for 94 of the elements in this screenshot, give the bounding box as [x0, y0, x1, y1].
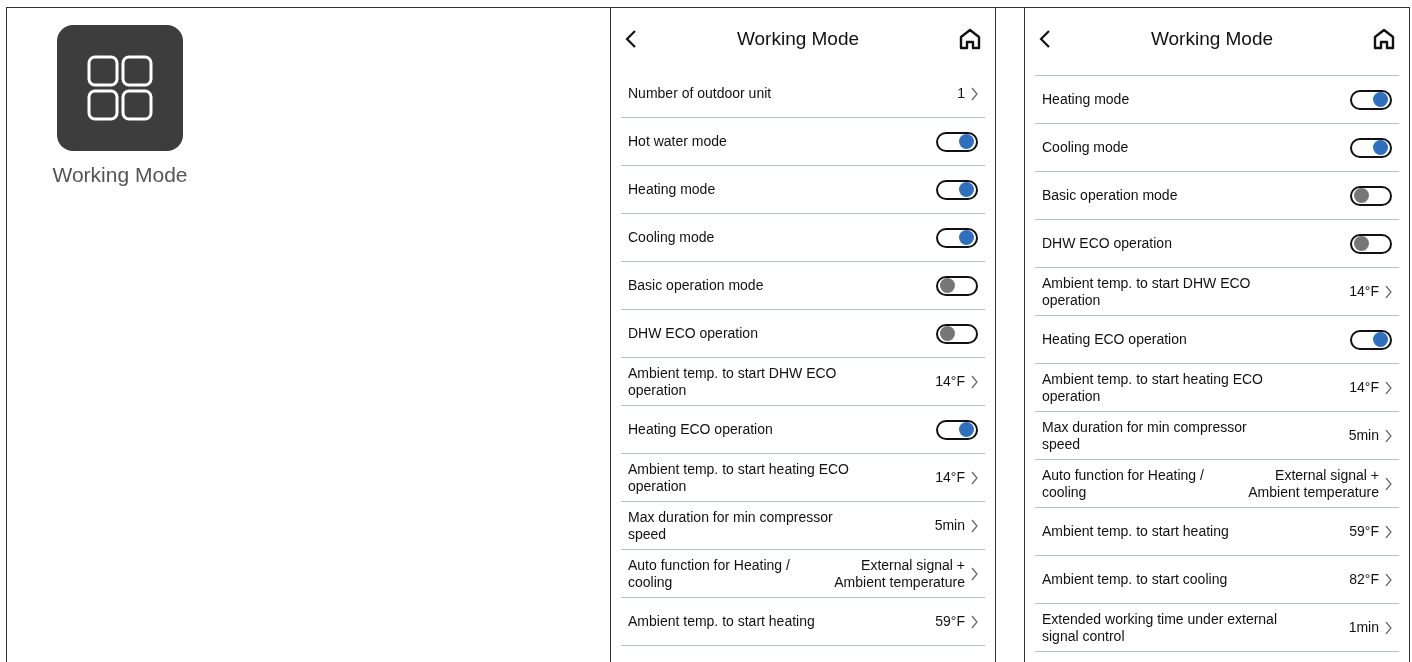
setting-value: 1min [1348, 619, 1379, 636]
setting-row[interactable]: Heating mode [621, 166, 985, 214]
toggle-switch[interactable] [936, 275, 978, 296]
toggle-switch[interactable] [1350, 89, 1392, 110]
back-icon[interactable] [1039, 29, 1051, 49]
setting-value: 14°F [1349, 283, 1379, 300]
setting-label: Basic operation mode [1042, 187, 1178, 204]
setting-row[interactable]: Number of outdoor unit 1 [621, 70, 985, 118]
setting-row[interactable]: Basic operation mode [621, 262, 985, 310]
app-tile[interactable] [57, 25, 183, 151]
grid-icon [87, 55, 153, 121]
setting-row[interactable]: Cooling mode [621, 214, 985, 262]
chevron-right-icon [971, 566, 978, 581]
setting-label: Auto function for Heating / cooling [1042, 466, 1205, 501]
setting-value: External signal + Ambient temperature [833, 556, 965, 591]
setting-value: 14°F [935, 469, 965, 486]
setting-row[interactable]: DHW ECO operation [1035, 220, 1399, 268]
toggle-switch[interactable] [1350, 233, 1392, 254]
chevron-right-icon [971, 86, 978, 101]
setting-value: 14°F [1349, 379, 1379, 396]
setting-row[interactable]: Auto function for Heating / cooling External signal + Ambient temperature [1035, 460, 1399, 508]
setting-label: Ambient temp. to start cooling [1042, 571, 1228, 588]
toggle-switch[interactable] [1350, 137, 1392, 158]
setting-row[interactable]: Ambient temp. to start DHW ECO operation 14°F [1035, 268, 1399, 316]
toggle-switch[interactable] [936, 323, 978, 344]
setting-label: Number of outdoor unit [628, 85, 772, 102]
setting-label: Ambient temp. to start DHW ECO operation [628, 364, 838, 399]
tile-label: Working Mode [52, 162, 188, 188]
toggle-switch[interactable] [936, 227, 978, 248]
setting-row[interactable]: Hot water mode [621, 118, 985, 166]
chevron-right-icon [1385, 572, 1392, 587]
setting-label: Heating mode [628, 181, 716, 198]
screen-title: Working Mode [736, 26, 860, 51]
chevron-right-icon [971, 518, 978, 533]
setting-label: Basic operation mode [628, 277, 764, 294]
back-icon[interactable] [625, 29, 637, 49]
setting-label: Heating ECO operation [1042, 331, 1187, 348]
chevron-right-icon [1385, 524, 1392, 539]
screen-title: Working Mode [1150, 26, 1274, 51]
setting-row[interactable]: Heating ECO operation [1035, 316, 1399, 364]
setting-label: Ambient temp. to start heating [1042, 523, 1229, 540]
setting-label: Auto function for Heating / cooling [628, 556, 791, 591]
setting-label: Ambient temp. to start heating [628, 613, 815, 630]
setting-value: 1 [957, 85, 965, 102]
home-icon[interactable] [959, 28, 981, 50]
chevron-right-icon [1385, 380, 1392, 395]
setting-row[interactable]: DHW ECO operation [621, 310, 985, 358]
setting-row[interactable]: Auto function for Heating / cooling External signal + Ambient temperature [621, 550, 985, 598]
setting-label: Max duration for min compressor speed [628, 508, 834, 543]
setting-label: Ambient temp. to start DHW ECO operation [1042, 274, 1252, 309]
setting-row[interactable]: Ambient temp. to start heating 59°F [1035, 508, 1399, 556]
setting-label: DHW ECO operation [1042, 235, 1172, 252]
setting-row[interactable]: Ambient temp. to start heating ECO operation 14°F [1035, 364, 1399, 412]
setting-value: External signal + Ambient temperature [1247, 466, 1379, 501]
setting-label: Heating mode [1042, 91, 1130, 108]
setting-value: 5min [1348, 427, 1379, 444]
setting-label: Ambient temp. to start heating ECO operation [1042, 370, 1264, 405]
chevron-right-icon [1385, 284, 1392, 299]
chevron-right-icon [971, 374, 978, 389]
setting-value: 82°F [1349, 571, 1379, 588]
chevron-right-icon [1385, 428, 1392, 443]
chevron-right-icon [1385, 476, 1392, 491]
setting-label: Max duration for min compressor speed [1042, 418, 1248, 453]
setting-label: Ambient temp. to start heating ECO operation [628, 460, 850, 495]
setting-row[interactable]: Heating ECO operation [621, 406, 985, 454]
setting-row[interactable]: Ambient temp. to start heating 59°F [621, 598, 985, 646]
chevron-right-icon [1385, 620, 1392, 635]
setting-row[interactable]: Max duration for min compressor speed 5min [1035, 412, 1399, 460]
setting-row[interactable]: Cooling mode [1035, 124, 1399, 172]
toggle-switch[interactable] [1350, 329, 1392, 350]
setting-row[interactable]: Ambient temp. to start heating ECO operation 14°F [621, 454, 985, 502]
setting-label: DHW ECO operation [628, 325, 758, 342]
setting-label: Heating ECO operation [628, 421, 773, 438]
setting-label: Cooling mode [1042, 139, 1129, 156]
chevron-right-icon [971, 614, 978, 629]
setting-row[interactable]: Ambient temp. to start cooling 82°F [1035, 556, 1399, 604]
toggle-switch[interactable] [1350, 185, 1392, 206]
setting-label: Cooling mode [628, 229, 715, 246]
setting-value: 59°F [935, 613, 965, 630]
setting-value: 5min [934, 517, 965, 534]
toggle-switch[interactable] [936, 179, 978, 200]
setting-value: 14°F [935, 373, 965, 390]
setting-row[interactable]: Max duration for min compressor speed 5min [621, 502, 985, 550]
home-icon[interactable] [1373, 28, 1395, 50]
setting-row[interactable]: Heating mode [1035, 76, 1399, 124]
toggle-switch[interactable] [936, 419, 978, 440]
setting-row[interactable]: Basic operation mode [1035, 172, 1399, 220]
chevron-right-icon [971, 470, 978, 485]
setting-row[interactable]: Ambient temp. to start DHW ECO operation 14°F [621, 358, 985, 406]
setting-row[interactable]: Extended working time under external signal control 1min [1035, 604, 1399, 652]
toggle-switch[interactable] [936, 131, 978, 152]
setting-label: Extended working time under external signal control [1042, 610, 1279, 645]
setting-value: 59°F [1349, 523, 1379, 540]
setting-label: Hot water mode [628, 133, 727, 150]
